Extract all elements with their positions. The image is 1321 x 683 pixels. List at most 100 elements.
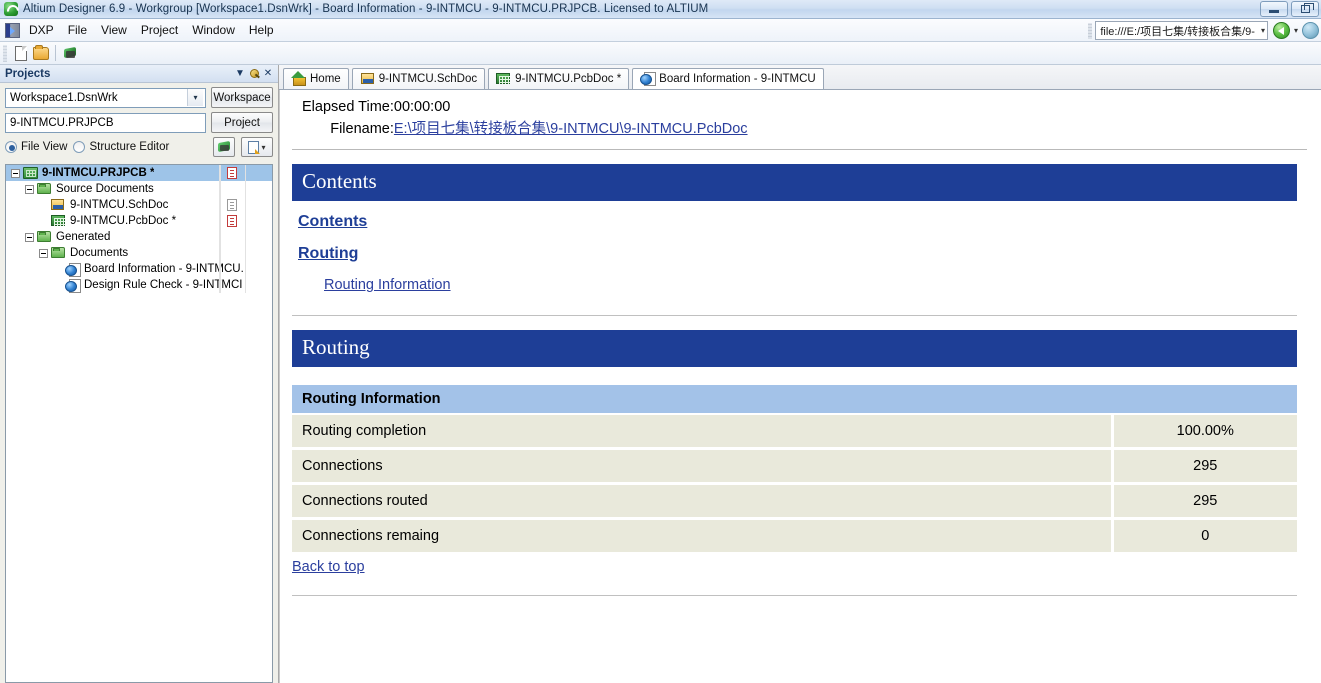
forward-arrow-icon[interactable] <box>1302 22 1319 39</box>
main-toolbar-grip[interactable] <box>3 44 7 62</box>
schematic-icon <box>51 198 67 212</box>
html-document-icon-glyph <box>65 263 81 277</box>
tree-item-label: 9-INTMCU.PRJPCB * <box>42 167 155 179</box>
tree-item-label: Generated <box>56 231 111 243</box>
back-to-top: Back to top <box>292 559 1309 575</box>
dxp-icon <box>5 22 20 38</box>
tree-grid-line <box>219 213 220 229</box>
tree-grid-line <box>219 181 220 197</box>
tab-pcbdoc[interactable]: 9-INTMCU.PcbDoc * <box>488 68 630 89</box>
main-toolbar <box>0 42 1321 65</box>
divider <box>292 149 1307 150</box>
html-document-icon <box>65 262 81 277</box>
tree-item-status <box>220 181 272 197</box>
tree-item-status <box>220 197 272 213</box>
pcb-view-button[interactable] <box>60 44 80 63</box>
project-tree[interactable]: 9-INTMCU.PRJPCB * Source Documents 9-INTMC… <box>5 164 273 683</box>
toc-link-contents[interactable]: Contents <box>298 213 367 230</box>
view-mode-row: File View Structure Editor ▾ <box>5 137 273 157</box>
folder-icon <box>37 230 53 244</box>
tree-item-status <box>220 277 272 293</box>
address-input[interactable]: file:///E:/项目七集/转接板合集/9- ▾ <box>1095 21 1268 40</box>
table-row: Filename : E:\项目七集\转接板合集\9-INTMCU\9-INTM… <box>302 116 748 139</box>
pcb-icon <box>496 72 511 86</box>
tree-expander-icon[interactable] <box>39 248 48 258</box>
tree-expander-icon[interactable] <box>25 184 34 194</box>
back-dropdown-icon[interactable]: ▾ <box>1294 26 1298 35</box>
menu-project[interactable]: Project <box>134 21 185 39</box>
tree-expander-icon[interactable] <box>11 168 20 178</box>
back-to-top-link[interactable]: Back to top <box>292 559 365 575</box>
radio-file-view[interactable]: File View <box>5 141 67 153</box>
pcb-view-mini-button[interactable] <box>213 137 235 157</box>
new-document-button[interactable] <box>11 44 31 63</box>
minimize-button[interactable] <box>1260 1 1288 17</box>
tab-schdoc[interactable]: 9-INTMCU.SchDoc <box>351 68 486 89</box>
tree-expander-icon[interactable] <box>25 232 34 242</box>
tab-board-information-label: Board Information - 9-INTMCU <box>659 73 816 85</box>
tab-board-information[interactable]: Board Information - 9-INTMCU <box>632 68 824 89</box>
tree-item-label: Documents <box>70 247 129 259</box>
menu-view[interactable]: View <box>94 21 134 39</box>
table-row: Connections 295 <box>292 448 1297 485</box>
radio-structure-editor[interactable]: Structure Editor <box>73 141 169 153</box>
new-document-icon <box>15 45 27 61</box>
tree-item[interactable]: Documents <box>6 245 272 261</box>
radio-structure-editor-label: Structure Editor <box>89 141 170 153</box>
chevron-down-icon[interactable]: ▾ <box>1261 26 1265 35</box>
routing-metric-name: Connections <box>292 448 1112 485</box>
html-document-icon <box>65 278 81 293</box>
workspace-row: Workspace1.DsnWrk ▾ Workspace <box>5 87 273 108</box>
tree-item[interactable]: 9-INTMCU.PRJPCB * <box>6 165 272 181</box>
tree-item-status <box>220 213 272 229</box>
schematic-icon-glyph <box>51 199 64 210</box>
routing-banner: Routing <box>292 330 1297 367</box>
tree-grid-line <box>219 229 220 245</box>
routing-information-heading: Routing Information <box>292 385 1297 413</box>
tree-item[interactable]: Design Rule Check - 9-INTMCI <box>6 277 272 293</box>
radio-file-view-label: File View <box>21 141 68 153</box>
tree-item-label: Source Documents <box>56 183 154 195</box>
folder-icon <box>51 246 67 260</box>
chevron-down-icon[interactable]: ▾ <box>187 89 203 106</box>
tree-item[interactable]: Generated <box>6 229 272 245</box>
altium-icon <box>4 2 18 16</box>
filename-link[interactable]: E:\项目七集\转接板合集\9-INTMCU\9-INTMCU.PcbDoc <box>394 121 748 137</box>
toc-link-routing-information[interactable]: Routing Information <box>324 277 451 293</box>
project-field[interactable]: 9-INTMCU.PRJPCB <box>5 112 206 133</box>
chevron-down-icon[interactable]: ▾ <box>261 143 265 152</box>
table-row: Connections routed 295 <box>292 483 1297 520</box>
workspace-button[interactable]: Workspace <box>211 87 273 108</box>
menu-file[interactable]: File <box>61 21 94 39</box>
report-body: Elapsed Time : 00:00:00 Filename : E:\项目… <box>280 90 1321 596</box>
menu-window[interactable]: Window <box>185 21 242 39</box>
workspace-combo[interactable]: Workspace1.DsnWrk ▾ <box>5 87 206 108</box>
project-icon <box>23 166 39 180</box>
restore-button[interactable] <box>1291 1 1319 17</box>
report-meta-table: Elapsed Time : 00:00:00 Filename : E:\项目… <box>302 98 748 139</box>
back-arrow-icon[interactable] <box>1272 22 1290 39</box>
tree-item[interactable]: 9-INTMCU.PcbDoc * <box>6 213 272 229</box>
project-row: 9-INTMCU.PRJPCB Project <box>5 112 273 133</box>
tree-item[interactable]: 9-INTMCU.SchDoc <box>6 197 272 213</box>
toc-link-routing[interactable]: Routing <box>298 245 358 262</box>
toc-item-contents: Contents <box>298 213 1309 231</box>
workspace-combo-value: Workspace1.DsnWrk <box>10 91 118 104</box>
table-of-contents: Contents Routing Routing Information <box>290 201 1309 293</box>
open-report-mini-button[interactable]: ▾ <box>241 137 273 157</box>
radio-indicator-icon <box>73 141 86 153</box>
tree-item[interactable]: Board Information - 9-INTMCU. <box>6 261 272 277</box>
tree-item-status <box>220 261 272 277</box>
close-icon[interactable]: ✕ <box>261 67 275 81</box>
tree-grid-line <box>219 197 220 213</box>
menu-help[interactable]: Help <box>242 21 281 39</box>
tab-home[interactable]: Home <box>283 68 349 89</box>
open-document-button[interactable] <box>31 44 51 63</box>
pcb-board-icon <box>218 142 231 153</box>
chevron-down-icon[interactable]: ▼ <box>233 67 247 81</box>
toolbar-grip[interactable] <box>1088 22 1093 39</box>
project-button[interactable]: Project <box>211 112 273 133</box>
menu-dxp[interactable]: DXP <box>22 21 61 39</box>
toolbar-separator <box>55 45 56 61</box>
tree-item[interactable]: Source Documents <box>6 181 272 197</box>
